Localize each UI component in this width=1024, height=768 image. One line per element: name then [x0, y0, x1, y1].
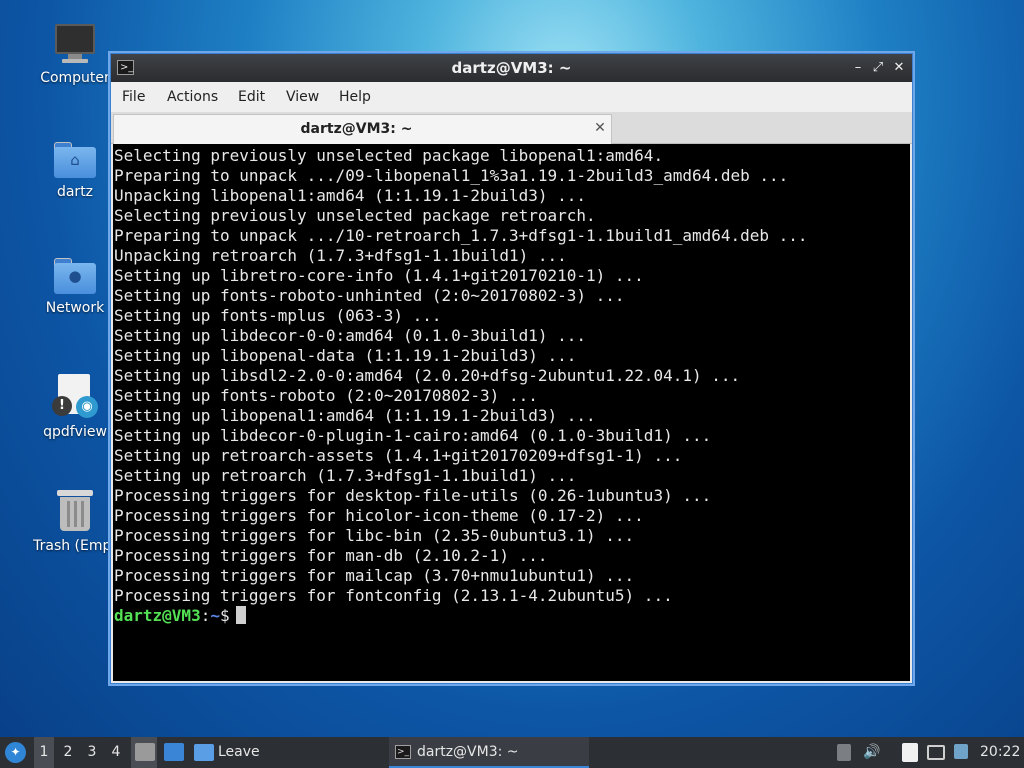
tray-screen[interactable] [952, 737, 972, 768]
terminal-line: Setting up libretro-core-info (1.4.1+git… [114, 266, 644, 285]
terminal-line: Setting up libsdl2-2.0-0:amd64 (2.0.20+d… [114, 366, 741, 385]
minimize-button[interactable]: – [848, 58, 868, 78]
tray-clipboard[interactable] [900, 737, 920, 768]
prompt-user-host: dartz@VM3 [114, 606, 201, 625]
terminal-lines: Selecting previously unselected package … [114, 146, 910, 606]
lubuntu-logo-icon: ✦ [5, 742, 26, 763]
terminal-line: Selecting previously unselected package … [114, 146, 664, 165]
quicklaunch-leave[interactable]: Leave [194, 737, 264, 768]
network-folder-icon: ● [54, 258, 96, 294]
menu-edit[interactable]: Edit [238, 82, 265, 112]
terminal-line: Setting up libdecor-0-0:amd64 (0.1.0-3bu… [114, 326, 587, 345]
network-wired-icon [927, 745, 945, 760]
terminal-line: Processing triggers for hicolor-icon-the… [114, 506, 644, 525]
terminal-line: Processing triggers for man-db (2.10.2-1… [114, 546, 548, 565]
close-button[interactable]: ✕ [889, 58, 909, 78]
qpdfview-icon: ! ◉ [52, 374, 98, 418]
terminal-line: Unpacking retroarch (1.7.3+dfsg1-1.1buil… [114, 246, 567, 265]
terminal-window: >_ dartz@VM3: ~ – ⤢ ✕ File Actions Edit … [110, 53, 913, 684]
workspace-3[interactable]: 3 [82, 737, 102, 768]
window-titlebar[interactable]: >_ dartz@VM3: ~ – ⤢ ✕ [111, 54, 912, 82]
terminal-line: Setting up libopenal-data (1:1.19.1-2bui… [114, 346, 577, 365]
prompt-separator: : [200, 606, 211, 625]
warning-icon: ! [52, 396, 72, 416]
terminal-line: Processing triggers for fontconfig (2.13… [114, 586, 673, 605]
window-title: dartz@VM3: ~ [451, 59, 572, 77]
task-label: dartz@VM3: ~ [417, 744, 519, 760]
terminal-output[interactable]: Selecting previously unselected package … [113, 144, 910, 681]
terminal-line: Processing triggers for mailcap (3.70+nm… [114, 566, 635, 585]
tray-network[interactable] [926, 737, 946, 768]
show-desktop-button[interactable] [131, 737, 157, 768]
terminal-line: Setting up fonts-roboto (2:0~20170802-3)… [114, 386, 538, 405]
prompt-symbol: $ [219, 606, 230, 625]
terminal-line: Setting up fonts-mplus (063-3) ... [114, 306, 442, 325]
terminal-line: Unpacking libopenal1:amd64 (1:1.19.1-2bu… [114, 186, 587, 205]
menu-help[interactable]: Help [339, 82, 371, 112]
screen-icon [954, 744, 968, 759]
terminal-line: Processing triggers for libc-bin (2.35-0… [114, 526, 635, 545]
tab-close-button[interactable]: ✕ [590, 118, 610, 138]
folder-icon [194, 744, 214, 761]
terminal-line: Preparing to unpack .../09-libopenal1_1%… [114, 166, 789, 185]
terminal-line: Processing triggers for desktop-file-uti… [114, 486, 712, 505]
start-menu-button[interactable]: ✦ [5, 737, 27, 768]
terminal-line: Setting up retroarch-assets (1.4.1+git20… [114, 446, 683, 465]
terminal-line: Setting up libopenal1:amd64 (1:1.19.1-2b… [114, 406, 596, 425]
menu-view[interactable]: View [286, 82, 319, 112]
terminal-icon: >_ [395, 745, 411, 759]
terminal-prompt: dartz@VM3:~$ [114, 606, 910, 626]
show-desktop-icon [135, 743, 155, 761]
quicklaunch-screen[interactable] [160, 737, 186, 768]
tray-volume[interactable]: 🔊 [862, 737, 882, 768]
tab-bar: dartz@VM3: ~ ✕ [111, 112, 912, 144]
tray-updates[interactable] [834, 737, 854, 768]
maximize-button[interactable]: ⤢ [868, 58, 888, 78]
prompt-path: ~ [210, 606, 220, 625]
terminal-line: Selecting previously unselected package … [114, 206, 596, 225]
computer-icon [54, 24, 96, 64]
taskbar: ✦ 1 2 3 4 Leave >_ dartz@VM3: ~ 🔊 20:22 [0, 737, 1024, 768]
text-cursor [235, 606, 246, 624]
workspace-1[interactable]: 1 [34, 737, 54, 768]
tab-terminal[interactable]: dartz@VM3: ~ ✕ [113, 114, 612, 144]
trash-icon [54, 490, 96, 532]
update-notifier-icon [837, 744, 851, 761]
workspace-4[interactable]: 4 [106, 737, 126, 768]
monitor-icon [164, 743, 184, 761]
menubar: File Actions Edit View Help [111, 82, 912, 112]
tab-label: dartz@VM3: ~ [300, 121, 413, 137]
menu-actions[interactable]: Actions [167, 82, 218, 112]
terminal-line: Setting up libdecor-0-plugin-1-cairo:amd… [114, 426, 712, 445]
menu-file[interactable]: File [122, 82, 145, 112]
clipboard-icon [902, 743, 918, 762]
terminal-line: Setting up fonts-roboto-unhinted (2:0~20… [114, 286, 625, 305]
terminal-line: Preparing to unpack .../10-retroarch_1.7… [114, 226, 808, 245]
taskbar-task-terminal[interactable]: >_ dartz@VM3: ~ [389, 737, 589, 768]
clock[interactable]: 20:22 [980, 737, 1022, 768]
home-folder-icon: ⌂ [54, 142, 96, 178]
eye-icon: ◉ [76, 396, 98, 418]
terminal-line: Setting up retroarch (1.7.3+dfsg1-1.1bui… [114, 466, 577, 485]
quicklaunch-leave-label: Leave [218, 744, 260, 760]
workspace-2[interactable]: 2 [58, 737, 78, 768]
